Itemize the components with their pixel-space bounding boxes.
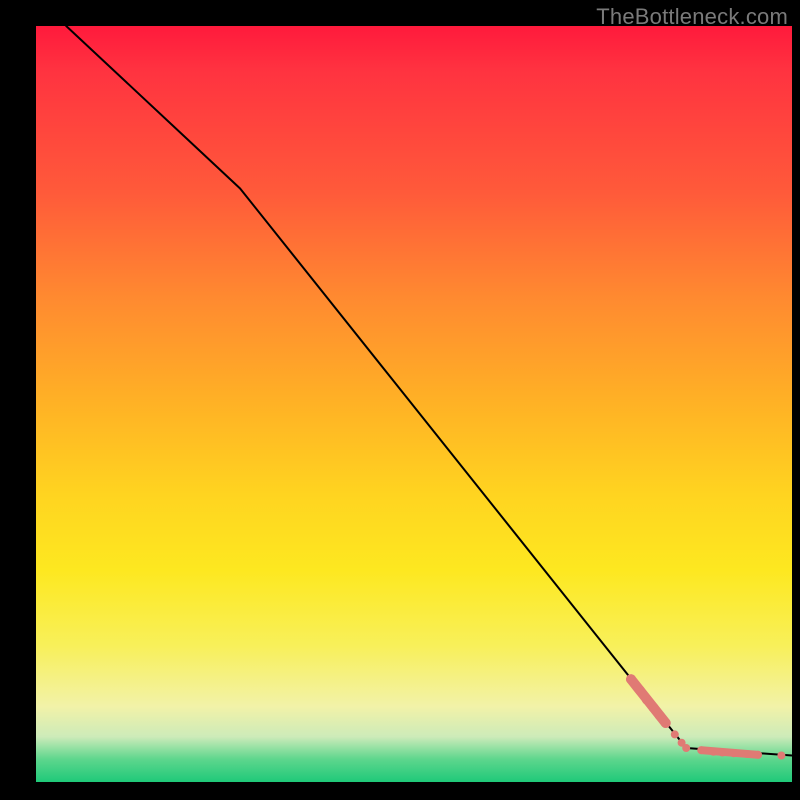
data-marker: [626, 674, 636, 684]
data-marker: [642, 695, 652, 705]
data-marker: [730, 749, 738, 757]
chart-frame: TheBottleneck.com: [0, 0, 800, 800]
chart-svg: [36, 26, 792, 782]
data-marker: [709, 748, 717, 756]
data-marker: [754, 751, 762, 759]
data-marker: [661, 718, 671, 728]
plot-area: [36, 26, 792, 782]
data-marker: [671, 730, 679, 738]
data-marker: [635, 686, 645, 696]
series-curve: [66, 26, 792, 756]
data-marker: [718, 749, 726, 757]
watermark-text: TheBottleneck.com: [596, 4, 788, 30]
data-marker: [682, 744, 690, 752]
data-marker: [743, 750, 751, 758]
data-marker: [777, 752, 785, 760]
data-marker: [697, 746, 705, 754]
